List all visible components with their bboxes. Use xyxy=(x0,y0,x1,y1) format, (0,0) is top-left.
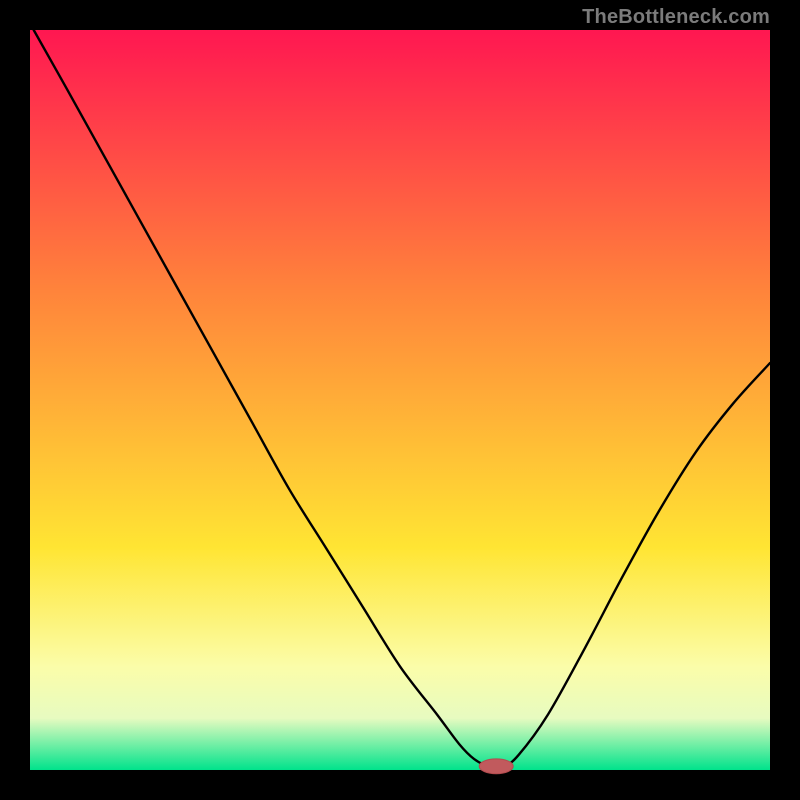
plot-background xyxy=(30,30,770,770)
bottleneck-chart xyxy=(0,0,800,800)
chart-frame: TheBottleneck.com xyxy=(0,0,800,800)
optimum-marker xyxy=(479,759,513,774)
